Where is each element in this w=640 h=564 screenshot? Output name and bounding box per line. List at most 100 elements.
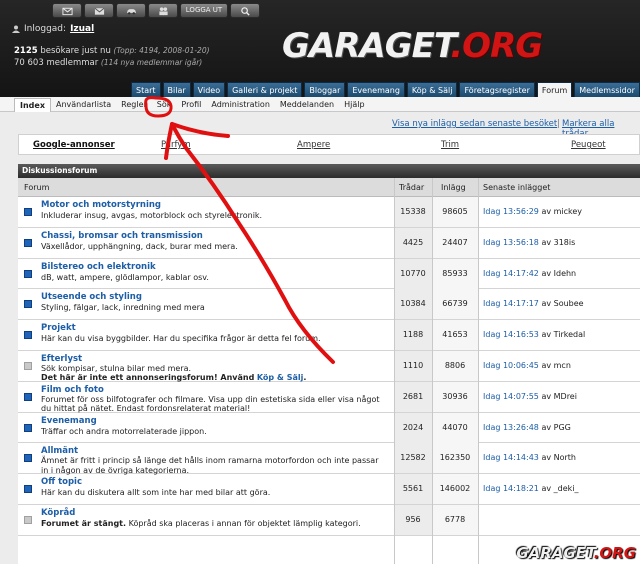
forum-row: Off topic Här kan du diskutera allt som …: [18, 474, 640, 505]
forum-title-link[interactable]: Motor och motorstyrning: [41, 200, 161, 210]
subnav-hjalp[interactable]: Hjälp: [339, 98, 369, 112]
last-post-user-link[interactable]: MDrei: [554, 392, 577, 401]
forum-title-link[interactable]: Film och foto: [41, 385, 104, 395]
google-ads-label[interactable]: Google-annonser: [33, 140, 115, 150]
forum-row: Allmänt Ämnet är fritt i princip så läng…: [18, 443, 640, 475]
tab-foretagsregister[interactable]: Företagsregister: [459, 82, 535, 97]
last-post-user-link[interactable]: Soubee: [554, 299, 584, 308]
tab-evenemang[interactable]: Evenemang: [347, 82, 405, 97]
subnav-administration[interactable]: Administration: [206, 98, 275, 112]
last-post-time-link[interactable]: Idag 10:06:45: [483, 361, 539, 370]
last-post-user-link[interactable]: PGG: [554, 423, 571, 432]
tab-start[interactable]: Start: [131, 82, 161, 97]
member-stats: 70 603 medlemmar (114 nya medlemmar igår…: [14, 58, 202, 68]
last-post-time-link[interactable]: Idag 14:17:42: [483, 269, 539, 278]
forum-locked-icon: [24, 361, 32, 370]
forum-title-link[interactable]: Evenemang: [41, 416, 97, 426]
site-logo[interactable]: GARAGET.ORG: [282, 26, 640, 62]
last-post-user-link[interactable]: North: [554, 453, 576, 462]
subnav-index[interactable]: Index: [14, 98, 51, 112]
forum-status-icon: [24, 269, 32, 278]
tab-video[interactable]: Video: [192, 82, 226, 97]
search-icon: [240, 6, 250, 16]
forum-title-link[interactable]: Chassi, bromsar och transmission: [41, 231, 203, 241]
post-count: 6778: [432, 504, 478, 535]
online-peak: (Topp: 4194, 2008-01-20): [113, 46, 210, 55]
ad-link[interactable]: Trim: [441, 140, 459, 150]
forum-title-link[interactable]: Projekt: [41, 323, 76, 333]
post-count: 85933: [432, 258, 478, 289]
search-icon-button[interactable]: [230, 3, 260, 18]
forum-title-link[interactable]: Off topic: [41, 477, 82, 487]
friends-icon-button[interactable]: [148, 3, 178, 18]
forum-description: Här kan du diskutera allt som inte har m…: [41, 488, 271, 498]
forum-row: Motor och motorstyrning Inkluderar insug…: [18, 197, 640, 228]
last-post-time-link[interactable]: Idag 14:07:55: [483, 392, 539, 401]
last-post-by: av: [541, 207, 552, 216]
last-post-time-link[interactable]: Idag 13:56:29: [483, 207, 539, 216]
description-line: Sök kompisar, stulna bilar med mera.: [41, 363, 192, 373]
forum-description: dB, watt, ampere, glödlampor, kablar osv…: [41, 272, 209, 282]
forum-row: Efterlyst Sök kompisar, stulna bilar med…: [18, 350, 640, 383]
subnav-profil[interactable]: Profil: [176, 98, 206, 112]
last-post: Idag 13:56:29 av mickey: [483, 197, 582, 227]
last-post-user-link[interactable]: Tirkedal: [554, 330, 586, 339]
forum-title-link[interactable]: Utseende och styling: [41, 292, 142, 302]
last-post: Idag 14:16:53 av Tirkedal: [483, 320, 585, 350]
last-post-time-link[interactable]: Idag 14:18:21: [483, 484, 539, 493]
forum-description: Träffar och andra motorrelaterade jippon…: [41, 426, 207, 436]
last-post-time-link[interactable]: Idag 14:16:53: [483, 330, 539, 339]
new-posts-link[interactable]: Visa nya inlägg sedan senaste besöket: [392, 119, 557, 129]
description-line: Forumet för oss bilfotografer och filmar…: [41, 394, 380, 404]
watermark-text-main: GARAGET: [516, 544, 594, 562]
description-line: Ämnet är fritt i princip så länge det hå…: [41, 456, 379, 466]
last-post-time-link[interactable]: Idag 13:56:18: [483, 238, 539, 247]
tab-medlemssidor[interactable]: Medlemssidor: [574, 82, 640, 97]
site-header: LOGGA UT Inloggad: Izual 2125 besökare j…: [0, 0, 640, 97]
username-link[interactable]: Izual: [70, 24, 94, 34]
forum-description: Sök kompisar, stulna bilar med mera. Det…: [41, 364, 391, 383]
logout-button[interactable]: LOGGA UT: [180, 3, 228, 18]
forum-row: Bilstereo och elektronik dB, watt, amper…: [18, 258, 640, 290]
logo-text-domain: .ORG: [450, 26, 543, 62]
last-post-user-link[interactable]: Idehn: [554, 269, 577, 278]
last-post-user-link[interactable]: mickey: [554, 207, 582, 216]
forum-title-link[interactable]: Allmänt: [41, 446, 78, 456]
last-post-user-link[interactable]: 318is: [554, 238, 576, 247]
subnav-meddelanden[interactable]: Meddelanden: [275, 98, 339, 112]
last-post-time-link[interactable]: Idag 14:14:43: [483, 453, 539, 462]
members-text: medlemmar: [46, 58, 99, 68]
tab-bloggar[interactable]: Bloggar: [304, 82, 346, 97]
ad-link[interactable]: Ampere: [297, 140, 330, 150]
subnav-anvandarlista[interactable]: Användarlista: [51, 98, 116, 112]
online-text: besökare just nu: [40, 46, 111, 56]
tab-forum[interactable]: Forum: [536, 82, 573, 97]
last-post-time-link[interactable]: Idag 14:17:17: [483, 299, 539, 308]
forum-row: Projekt Här kan du visa byggbilder. Har …: [18, 320, 640, 351]
last-post-user-link[interactable]: mcn: [554, 361, 571, 370]
mail-icon-button[interactable]: [52, 3, 82, 18]
forum-title-link[interactable]: Efterlyst: [41, 354, 82, 364]
tab-galleri[interactable]: Galleri & projekt: [227, 82, 303, 97]
tab-bilar[interactable]: Bilar: [162, 82, 191, 97]
forum-row: Film och foto Forumet för oss bilfotogra…: [18, 381, 640, 413]
inbox-icon-button[interactable]: [84, 3, 114, 18]
tab-kop-salj[interactable]: Köp & Sälj: [406, 82, 458, 97]
last-post: Idag 14:17:17 av Soubee: [483, 289, 584, 319]
ad-link[interactable]: Peugeot: [571, 140, 606, 150]
subnav-regler[interactable]: Regler: [116, 98, 152, 112]
forum-description: Inkluderar insug, avgas, motorblock och …: [41, 211, 263, 220]
col-posts: Inlägg: [441, 183, 466, 192]
last-post-user-link[interactable]: _deki_: [554, 484, 579, 493]
link-separator: |: [557, 119, 560, 129]
last-post-time-link[interactable]: Idag 13:26:48: [483, 423, 539, 432]
forum-title-link[interactable]: Köpråd: [41, 508, 75, 518]
ad-link[interactable]: Parfym: [161, 140, 191, 150]
table-header: Forum Trådar Inlägg Senaste inlägget: [18, 178, 640, 197]
forum-title-link[interactable]: Bilstereo och elektronik: [41, 262, 156, 272]
last-post-by: av: [541, 237, 552, 247]
subnav-sok[interactable]: Sök: [152, 98, 177, 112]
car-icon-button[interactable]: [116, 3, 146, 18]
thread-count: 10770: [394, 258, 432, 289]
forum-status-icon: [24, 454, 32, 463]
